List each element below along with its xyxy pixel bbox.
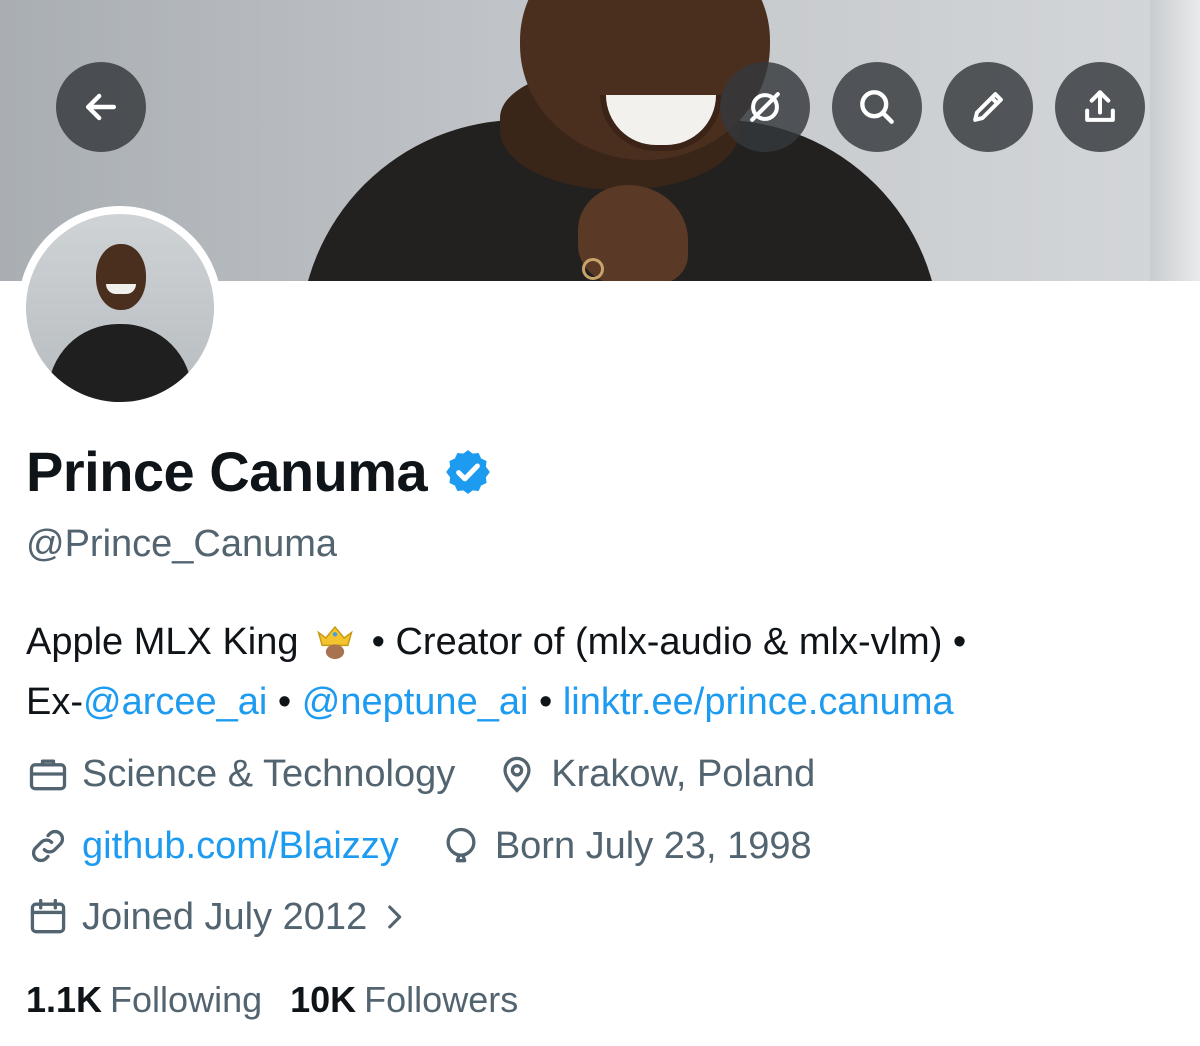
banner-wall xyxy=(1150,0,1200,281)
following-label: Following xyxy=(110,979,263,1020)
profile-meta-row-1: Science & Technology Krakow, Poland xyxy=(26,750,855,798)
mention-neptune-link[interactable]: @neptune_ai xyxy=(302,681,529,723)
location-item: Krakow, Poland xyxy=(495,750,815,798)
profile-name-row: Prince Canuma xyxy=(26,440,493,504)
profile-meta-row-2: github.com/Blaizzy Born July 23, 1998 xyxy=(26,822,852,870)
bio-separator: • xyxy=(528,681,563,723)
pencil-icon xyxy=(973,92,1003,122)
joined-text: Joined July 2012 xyxy=(82,896,368,938)
profile-avatar[interactable] xyxy=(18,206,222,410)
website-link[interactable]: github.com/Blaizzy xyxy=(82,822,399,870)
bio-separator: • xyxy=(267,681,302,723)
briefcase-icon xyxy=(29,759,67,791)
share-button[interactable] xyxy=(1055,62,1145,152)
follow-stats: 1.1K Following 10K Followers xyxy=(26,976,546,1024)
chevron-right-icon xyxy=(388,905,402,929)
bio-text-continued: • Creator of (mlx-audio & mlx-vlm) • xyxy=(361,621,967,663)
website-item[interactable]: github.com/Blaizzy xyxy=(26,822,399,870)
joined-item[interactable]: Joined July 2012 xyxy=(26,893,411,941)
back-button[interactable] xyxy=(56,62,146,152)
birthday-item: Born July 23, 1998 xyxy=(439,822,812,870)
avatar-person-head xyxy=(96,244,146,310)
avatar-photo xyxy=(26,214,214,402)
edit-button[interactable] xyxy=(943,62,1033,152)
location-pin-icon xyxy=(503,756,531,793)
search-icon xyxy=(860,90,894,124)
followers-stat[interactable]: 10K Followers xyxy=(290,976,518,1024)
bio-ex-prefix: Ex- xyxy=(26,681,83,723)
following-count: 1.1K xyxy=(26,979,103,1020)
search-button[interactable] xyxy=(832,62,922,152)
banner-person-ring xyxy=(582,258,604,280)
grok-button[interactable] xyxy=(720,62,810,152)
link-icon xyxy=(31,829,65,863)
bio-text: Apple MLX King xyxy=(26,621,299,663)
arrow-left-icon xyxy=(85,93,117,121)
profile-meta-row-3[interactable]: Joined July 2012 xyxy=(26,893,451,941)
location-text: Krakow, Poland xyxy=(551,753,816,795)
followers-label: Followers xyxy=(364,979,519,1020)
grok-icon xyxy=(750,92,780,122)
linktree-link[interactable]: linktr.ee/prince.canuma xyxy=(563,681,954,723)
profile-bio: Apple MLX King • Creator of (mlx-audio &… xyxy=(26,612,1176,732)
followers-count: 10K xyxy=(290,979,357,1020)
verified-badge-icon[interactable] xyxy=(443,447,493,497)
profile-name: Prince Canuma xyxy=(26,440,428,503)
category-item: Science & Technology xyxy=(26,750,455,798)
balloon-icon xyxy=(446,827,476,863)
category-text: Science & Technology xyxy=(82,753,456,795)
mention-arcee-link[interactable]: @arcee_ai xyxy=(83,681,267,723)
crown-emoji-icon xyxy=(317,625,353,660)
share-icon xyxy=(1085,90,1115,122)
following-stat[interactable]: 1.1K Following xyxy=(26,976,262,1024)
profile-handle: @Prince_Canuma xyxy=(26,523,338,565)
birthday-text: Born July 23, 1998 xyxy=(494,825,812,867)
avatar-person-body xyxy=(48,324,192,402)
calendar-icon xyxy=(30,898,66,934)
